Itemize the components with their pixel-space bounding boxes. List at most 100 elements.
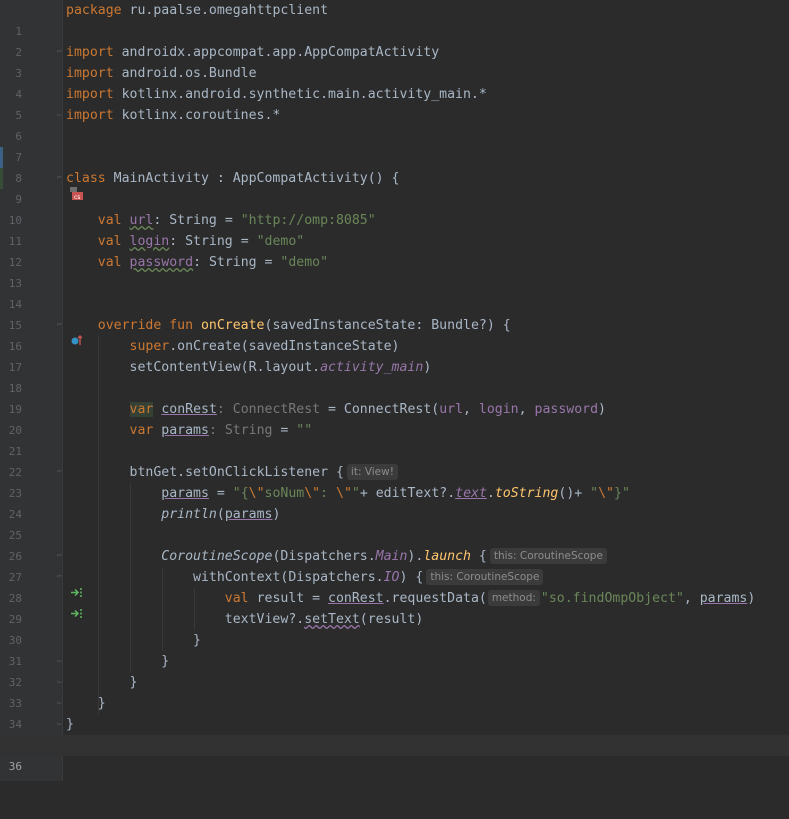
code-line[interactable]: 12 val login: String = "demo" xyxy=(0,231,789,269)
code-line[interactable]: 7 xyxy=(0,126,789,164)
code-line[interactable]: 3 ⌐ import androidx.appcompat.app.AppCom… xyxy=(0,42,789,80)
code-line[interactable]: 29 val result = conRest.requestData(meth… xyxy=(0,588,789,626)
keyword-class: class xyxy=(66,171,114,186)
property-login: login xyxy=(129,234,170,249)
brace: } xyxy=(161,654,170,669)
code-line[interactable]: 35 ⌙ } xyxy=(0,714,789,752)
brace: { xyxy=(470,549,487,564)
fold-icon[interactable]: ⌙ xyxy=(55,677,64,687)
text-view: textView?. xyxy=(224,612,305,627)
type-annotation: : String = xyxy=(193,255,281,270)
coroutine-scope: CoroutineScope xyxy=(161,549,273,564)
paren: ) xyxy=(747,591,756,606)
code-line[interactable]: 6 ⌙ import kotlinx.coroutines.* xyxy=(0,105,789,143)
method-call: setContentView(R.layout. xyxy=(129,360,321,375)
code-line[interactable]: 20 var conRest: ConnectRest = ConnectRes… xyxy=(0,399,789,437)
property-password: password xyxy=(129,255,194,270)
code-line[interactable]: 4 import android.os.Bundle xyxy=(0,63,789,101)
code-line[interactable]: 34 ⌙ } xyxy=(0,693,789,731)
code-line[interactable]: 23 ⌐ btnGet.setOnClickListener {it: View… xyxy=(0,462,789,500)
code-line[interactable]: 27 ⌐ CoroutineScope(Dispatchers.Main).la… xyxy=(0,546,789,584)
type-annotation: : String = xyxy=(169,234,257,249)
variable-conrest: conRest xyxy=(161,402,217,417)
code-line[interactable]: 17 super.onCreate(savedInstanceState) xyxy=(0,336,789,374)
fold-icon[interactable]: ⌙ xyxy=(55,110,64,120)
fold-icon[interactable]: ⌐ xyxy=(55,320,64,330)
suspend-call-icon[interactable] xyxy=(29,591,82,618)
keyword-super: super xyxy=(129,339,170,354)
fold-icon[interactable]: ⌐ xyxy=(55,173,64,183)
function-name: onCreate xyxy=(200,318,265,333)
import-path: android.os.Bundle xyxy=(121,66,257,81)
expression: + editText?. xyxy=(359,486,456,501)
fold-icon[interactable]: ⌙ xyxy=(55,719,64,729)
paren: ) xyxy=(423,360,432,375)
brace: } xyxy=(97,696,106,711)
variable-result: result = xyxy=(256,591,329,606)
class-declaration: MainActivity : AppCompatActivity() { xyxy=(113,171,400,186)
inlay-hint: it: View! xyxy=(346,464,398,480)
class-hierarchy-icon[interactable]: cs xyxy=(29,171,83,201)
code-line[interactable]: 30 textView?.setText(result) xyxy=(0,609,789,647)
code-line[interactable]: 21 var params: String = "" xyxy=(0,420,789,458)
code-line[interactable]: 32 ⌙ } xyxy=(0,651,789,689)
code-line[interactable]: 13 val password: String = "demo" xyxy=(0,252,789,290)
constructor-call: = ConnectRest( xyxy=(320,402,440,417)
comma: , xyxy=(463,402,479,417)
code-line[interactable]: 14 xyxy=(0,273,789,311)
fold-icon[interactable]: ⌐ xyxy=(55,572,64,582)
code-line[interactable]: 5 import kotlinx.android.synthetic.main.… xyxy=(0,84,789,122)
listener-call: btnGet.setOnClickListener { xyxy=(129,465,344,480)
keyword-override-fun: override fun xyxy=(97,318,201,333)
fold-icon[interactable]: ⌙ xyxy=(55,698,64,708)
fold-icon[interactable]: ⌐ xyxy=(55,551,64,561)
code-line[interactable]: 22 xyxy=(0,441,789,479)
code-line[interactable]: 16 ⌐ override fun onCreate(savedInstance… xyxy=(0,315,789,353)
line-number: 36 xyxy=(8,760,22,773)
code-line[interactable]: 2 xyxy=(0,21,789,59)
code-line[interactable]: 10 xyxy=(0,189,789,227)
string-literal: "" xyxy=(296,423,313,438)
code-line[interactable]: 31 } xyxy=(0,630,789,668)
code-line[interactable]: 18 setContentView(R.layout.activity_main… xyxy=(0,357,789,395)
string-literal: "so.findOmpObject" xyxy=(540,591,684,606)
code-line[interactable]: 26 xyxy=(0,525,789,563)
keyword-import: import xyxy=(66,45,122,60)
comma: , xyxy=(683,591,700,606)
dot: ). xyxy=(407,549,424,564)
string-literal: "demo" xyxy=(280,255,329,270)
method-call: .onCreate(savedInstanceState) xyxy=(169,339,400,354)
variable-params: params xyxy=(224,507,273,522)
code-line[interactable]: 33 ⌙ } xyxy=(0,672,789,710)
keyword-var: var xyxy=(129,402,154,417)
code-line[interactable]: 15 xyxy=(0,294,789,332)
keyword-val: val xyxy=(97,234,130,249)
current-line[interactable]: 36 xyxy=(0,735,789,773)
fold-icon[interactable]: ⌐ xyxy=(55,47,64,57)
inlay-hint: this: CoroutineScope xyxy=(489,548,607,564)
type-annotation: : String = xyxy=(153,213,241,228)
arg-login: login xyxy=(478,402,519,417)
override-method-icon[interactable] xyxy=(29,318,83,345)
method-settext: setText xyxy=(304,612,360,627)
code-line[interactable]: 28 ⌐ withContext(Dispatchers.IO) {this: … xyxy=(0,567,789,605)
with-context: withContext(Dispatchers. xyxy=(193,570,384,585)
code-line[interactable]: 9 cs ⌐ class MainActivity : AppCompatAct… xyxy=(0,168,789,206)
code-line[interactable]: 8 xyxy=(0,147,789,185)
property-text: text xyxy=(455,486,487,501)
code-line[interactable]: 24 params = "{\"soNum\": \""+ editText?.… xyxy=(0,483,789,521)
paren: ) xyxy=(272,507,281,522)
code-line[interactable]: 25 println(params) xyxy=(0,504,789,542)
fold-icon[interactable]: ⌙ xyxy=(55,656,64,666)
code-line[interactable]: 1 package ru.paalse.omegahttpclient xyxy=(0,0,789,38)
string-literal: " xyxy=(351,486,360,501)
property-url: url xyxy=(129,213,154,228)
code-line[interactable]: 19 xyxy=(0,378,789,416)
variable-params: params xyxy=(699,591,748,606)
fold-icon[interactable]: ⌐ xyxy=(55,467,64,477)
suspend-call-icon[interactable] xyxy=(29,570,82,597)
function-params: (savedInstanceState: Bundle?) { xyxy=(264,318,511,333)
keyword-package: package xyxy=(66,3,130,18)
code-line[interactable]: 11 val url: String = "http://omp:8085" xyxy=(0,210,789,248)
dispatchers: (Dispatchers. xyxy=(272,549,376,564)
